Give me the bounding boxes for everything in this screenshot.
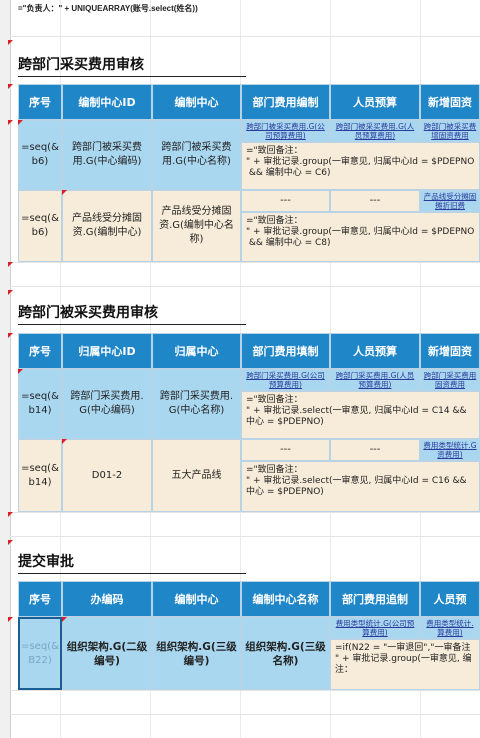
s1-r1-seq[interactable]: =seq(& b6) [18, 120, 62, 190]
s1-header-staff[interactable]: 人员预算 [330, 84, 420, 120]
s1-r2-asset[interactable]: 产品线受分摊固 摊折旧费 [420, 190, 480, 212]
s3-header-code[interactable]: 办编码 [62, 581, 152, 617]
top-formula-cell[interactable]: ="负责人：" + UNIQUEARRAY(账号.select(姓名)) [18, 3, 198, 14]
s1-r1-formula[interactable]: ="致回备注： " + 审批记录.group(一审意见, 归属中心Id = $P… [241, 142, 480, 190]
section3-title: 提交审批 [18, 551, 246, 574]
section2-title: 跨部门被采买费用审核 [18, 302, 246, 325]
s2-r2-formula[interactable]: ="致回备注： " + 审批记录.select(一审意见, 归属中心Id = C… [241, 461, 480, 512]
s3-header-dept-fee[interactable]: 部门费用追制 [330, 581, 420, 617]
s1-r2-dept-fee[interactable]: --- [241, 190, 330, 212]
s2-r2-center[interactable]: 五大产品线 [152, 439, 241, 512]
comment-marker-icon [18, 369, 23, 374]
s1-r2-seq[interactable]: =seq(& b6) [18, 190, 62, 262]
s1-r2-center-id[interactable]: 产品线受分摊固 资.G(编制中心) [62, 190, 152, 262]
s3-r1-seq-selected[interactable]: =seq(& B22) [18, 617, 62, 690]
s1-header-center[interactable]: 编制中心 [152, 84, 241, 120]
s2-header-dept-fee[interactable]: 部门费用填制 [241, 333, 330, 369]
s1-r1-center[interactable]: 跨部门被采买费 用.G(中心名称) [152, 120, 241, 190]
s1-r2-center[interactable]: 产品线受分摊固 资.G(编制中心名 称) [152, 190, 241, 262]
s2-header-staff[interactable]: 人员预算 [330, 333, 420, 369]
grid-row-line [10, 536, 480, 537]
s3-r1-code[interactable]: 组织架构.G(二级 编号) [62, 617, 152, 690]
s3-header-staff[interactable]: 人员预 [420, 581, 480, 617]
s3-r1-dept-fee[interactable]: 费用类型统计.G(公司预 算费用) [330, 617, 420, 639]
comment-marker-icon [8, 540, 13, 545]
s3-r1-formula[interactable]: =if(N22 = "一审退回","一审备注 " + 审批记录.group(一审… [330, 639, 480, 690]
s2-r1-center-id[interactable]: 跨部门采买费用. G(中心编码) [62, 369, 152, 439]
s2-r1-staff[interactable]: 跨部门采买费用.G(人员 预算费用) [330, 369, 420, 391]
s2-header-center-id[interactable]: 归属中心ID [62, 333, 152, 369]
comment-marker-icon [8, 120, 13, 125]
s1-header-seq[interactable]: 序号 [18, 84, 62, 120]
s2-r2-seq[interactable]: =seq(& b14) [18, 439, 62, 512]
s1-r1-dept-fee[interactable]: 跨部门被采买费用.G(公 司预算费用) [241, 120, 330, 142]
s1-r1-center-id[interactable]: 跨部门被采买费 用.G(中心编码) [62, 120, 152, 190]
s2-r1-formula[interactable]: ="致回备注： " + 审批记录.select(一审意见, 归属中心Id = C… [241, 391, 480, 439]
s2-header-center[interactable]: 归属中心 [152, 333, 241, 369]
comment-marker-icon [62, 190, 67, 195]
comment-marker-icon [8, 617, 13, 622]
comment-marker-icon [8, 290, 13, 295]
s1-header-dept-fee[interactable]: 部门费用编制 [241, 84, 330, 120]
s2-r1-seq[interactable]: =seq(& b14) [18, 369, 62, 439]
s1-header-asset[interactable]: 新增固资 [420, 84, 480, 120]
s3-header-center[interactable]: 编制中心 [152, 581, 241, 617]
s1-r1-asset[interactable]: 跨部门被采买费 增固资费用 [420, 120, 480, 142]
grid-row-line [10, 512, 480, 513]
comment-marker-icon [62, 617, 67, 622]
s1-r2-staff[interactable]: --- [330, 190, 420, 212]
s1-header-center-id[interactable]: 编制中心ID [62, 84, 152, 120]
s2-r2-dept-fee[interactable]: --- [241, 439, 330, 461]
s2-r2-asset[interactable]: 费用类型统计.G 资费用) [420, 439, 480, 461]
comment-marker-icon [8, 512, 13, 517]
grid-row-line [10, 36, 480, 37]
comment-marker-icon [18, 120, 23, 125]
comment-marker-icon [8, 333, 13, 338]
s3-header-seq[interactable]: 序号 [18, 581, 62, 617]
row-header-gutter[interactable] [0, 0, 11, 738]
s1-r2-formula[interactable]: ="致回备注： " + 审批记录.group(一审意见, 归属中心Id = $P… [241, 212, 480, 262]
section1-title: 跨部门采买费用审核 [18, 54, 246, 77]
grid-row-line [10, 690, 480, 691]
grid-row-line [10, 262, 480, 263]
s2-r2-center-id[interactable]: D01-2 [62, 439, 152, 512]
s3-header-center-name[interactable]: 编制中心名称 [241, 581, 330, 617]
s2-r2-staff[interactable]: --- [330, 439, 420, 461]
s2-r1-dept-fee[interactable]: 跨部门采买费用.G(公司 预算费用) [241, 369, 330, 391]
comment-marker-icon [62, 439, 67, 444]
comment-marker-icon [8, 262, 13, 267]
s3-r1-center-name[interactable]: 组织架构.G(三级 名称) [241, 617, 330, 690]
grid-row-line [10, 286, 480, 287]
s2-r1-center[interactable]: 跨部门采买费用. G(中心名称) [152, 369, 241, 439]
comment-marker-icon [8, 84, 13, 89]
grid-row-line [10, 714, 480, 715]
comment-marker-icon [8, 40, 13, 45]
s2-header-seq[interactable]: 序号 [18, 333, 62, 369]
s3-r1-staff[interactable]: 费用类型统计. 算费用) [420, 617, 480, 639]
s2-r1-asset[interactable]: 跨部门采买费用 固资费用 [420, 369, 480, 391]
s3-r1-center[interactable]: 组织架构.G(三级 编号) [152, 617, 241, 690]
s1-r1-staff[interactable]: 跨部门被采买费用.G(人 员预算费用) [330, 120, 420, 142]
s2-header-asset[interactable]: 新增固资 [420, 333, 480, 369]
